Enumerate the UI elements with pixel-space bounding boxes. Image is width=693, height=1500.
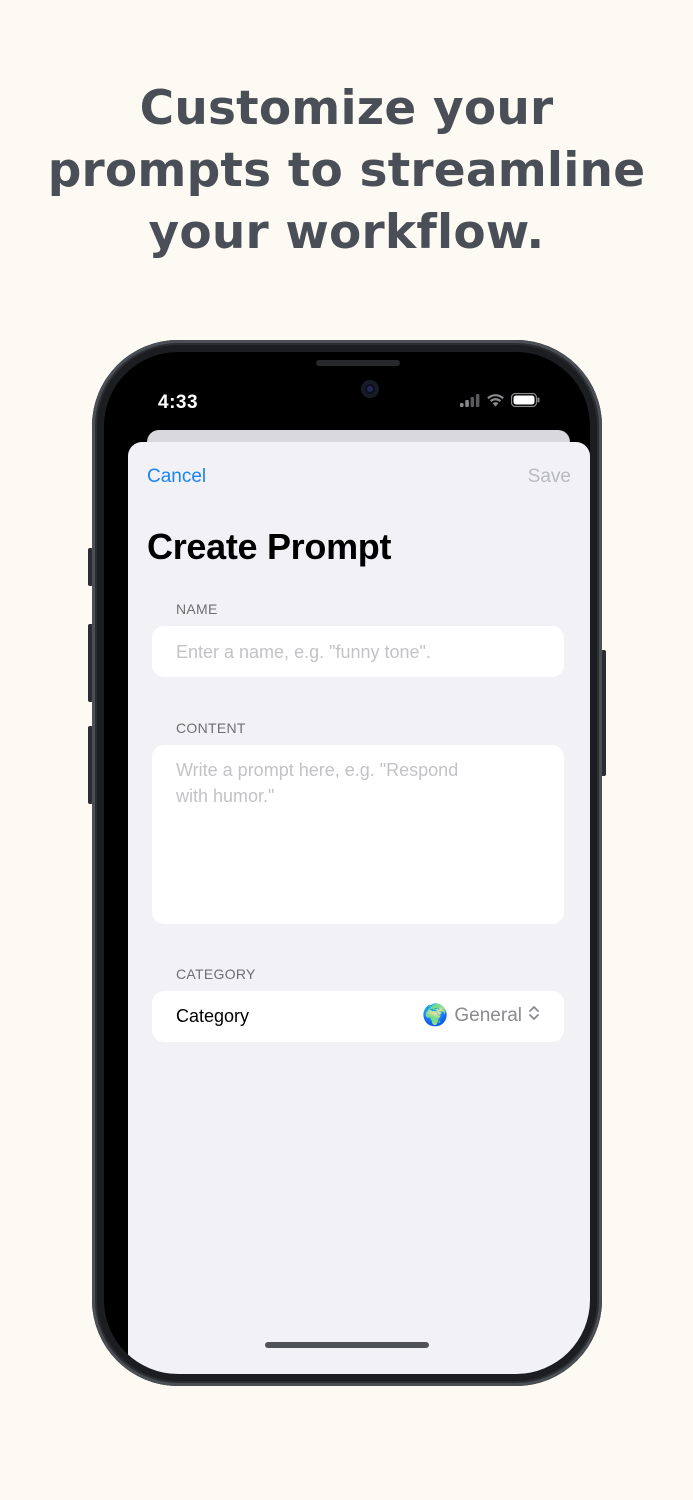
phone-frame: 4:33 Cancel Save Create Prompt NAME Ente… (92, 340, 602, 1386)
headline-line-1: Customize your (139, 81, 554, 136)
category-picker[interactable]: 🌍 General (422, 1004, 540, 1028)
name-section-label: NAME (176, 601, 218, 617)
status-icons (460, 392, 540, 412)
headline-line-3: your workflow. (148, 205, 545, 260)
wifi-icon (486, 393, 505, 412)
speaker-grille (316, 360, 400, 366)
cancel-button[interactable]: Cancel (147, 466, 206, 488)
content-textarea[interactable]: Write a prompt here, e.g. "Respond with … (152, 745, 564, 924)
category-label: Category (176, 1006, 250, 1026)
create-prompt-sheet: Cancel Save Create Prompt NAME Enter a n… (128, 442, 590, 1374)
status-time: 4:33 (158, 392, 199, 413)
category-section-label: CATEGORY (176, 966, 256, 982)
home-indicator[interactable] (265, 1342, 429, 1348)
name-input[interactable]: Enter a name, e.g. "funny tone". (152, 626, 564, 677)
chevron-up-down-icon (528, 1005, 540, 1027)
content-section-label: CONTENT (176, 720, 246, 736)
page-title: Create Prompt (147, 526, 392, 567)
category-value: General (454, 1005, 522, 1026)
category-row[interactable]: Category 🌍 General (152, 991, 564, 1042)
name-input-placeholder: Enter a name, e.g. "funny tone". (176, 642, 431, 662)
headline: Customize your prompts to streamline you… (0, 78, 693, 264)
battery-icon (510, 392, 540, 412)
cellular-signal-icon (460, 393, 480, 412)
headline-line-2: prompts to streamline (47, 143, 646, 198)
save-button[interactable]: Save (528, 466, 571, 488)
globe-icon: 🌍 (422, 1004, 449, 1027)
content-placeholder-line-2: with humor." (176, 786, 275, 806)
content-placeholder-line-1: Write a prompt here, e.g. "Respond (176, 760, 459, 780)
phone-screen: 4:33 Cancel Save Create Prompt NAME Ente… (104, 352, 590, 1374)
front-camera (361, 380, 379, 398)
